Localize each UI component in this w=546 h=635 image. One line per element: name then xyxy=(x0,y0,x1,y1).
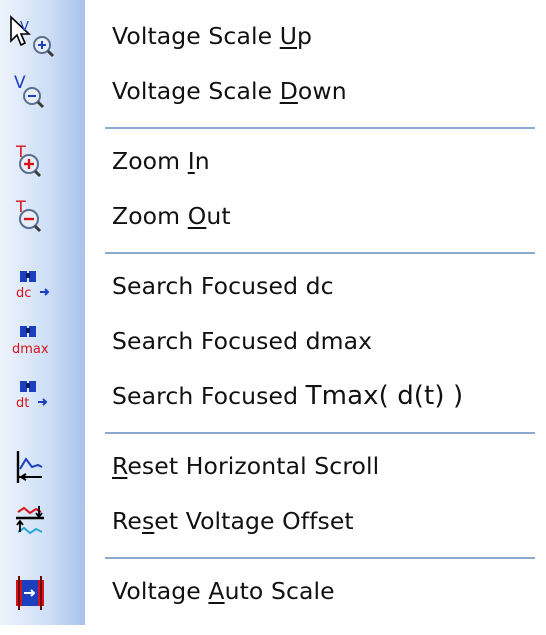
v-letter: V xyxy=(14,73,26,93)
dt-label: dt xyxy=(16,396,29,411)
menu-item-label: Search Focused dc xyxy=(112,272,334,300)
menu-separator xyxy=(105,127,535,129)
menu-item-reset-horizontal-scroll[interactable]: Reset Horizontal Scroll xyxy=(0,439,546,494)
menu-item-search-focused-tmax[interactable]: dt Search Focused Tmax( d(t) ) xyxy=(0,369,546,424)
context-menu: V Voltage Scale Up V Voltage Scale Down … xyxy=(0,0,546,635)
reset-voltage-offset-icon xyxy=(16,506,44,535)
menu-item-reset-voltage-offset[interactable]: Reset Voltage Offset xyxy=(0,494,546,549)
menu-item-label: Search Focused dmax xyxy=(112,327,373,355)
voltage-scale-up-icon: V xyxy=(10,15,55,58)
menu-item-search-focused-dmax[interactable]: dmax Search Focused dmax xyxy=(0,314,546,369)
menu-item-label: Reset Voltage Offset xyxy=(112,507,354,535)
menu-item-label: Zoom Out xyxy=(112,202,231,230)
voltage-auto-scale-icon xyxy=(16,576,44,610)
menu-item-label: Voltage Scale Down xyxy=(112,77,347,105)
dmax-label: dmax xyxy=(12,342,49,357)
menu-separator xyxy=(105,432,535,434)
dc-label: dc xyxy=(16,286,31,301)
reset-horizontal-scroll-icon xyxy=(16,451,43,483)
menu-item-voltage-scale-down[interactable]: V Voltage Scale Down xyxy=(0,64,546,119)
menu-item-label: Reset Horizontal Scroll xyxy=(112,452,380,480)
binoculars-dc-icon: dc xyxy=(16,271,50,301)
menu-bottom-strip xyxy=(0,625,546,635)
zoom-out-icon: T xyxy=(15,197,42,233)
binoculars-dt-icon: dt xyxy=(16,381,48,411)
v-letter: V xyxy=(20,20,29,35)
menu-item-voltage-auto-scale[interactable]: Voltage Auto Scale xyxy=(0,564,546,619)
menu-item-zoom-in[interactable]: T Zoom In xyxy=(0,134,546,189)
menu-item-search-focused-dc[interactable]: dc Search Focused dc xyxy=(0,259,546,314)
menu-item-label: Search Focused Tmax( d(t) ) xyxy=(112,381,464,411)
binoculars-dmax-icon: dmax xyxy=(12,326,49,357)
menu-item-label: Voltage Auto Scale xyxy=(112,577,335,605)
menu-item-label: Zoom In xyxy=(112,147,210,175)
menu-item-voltage-scale-up[interactable]: V Voltage Scale Up xyxy=(0,9,546,64)
menu-separator xyxy=(105,557,535,559)
menu-item-label: Voltage Scale Up xyxy=(112,22,313,50)
voltage-scale-down-icon: V xyxy=(14,73,45,109)
zoom-in-icon: T xyxy=(15,142,42,178)
menu-separator xyxy=(105,252,535,254)
menu-item-zoom-out[interactable]: T Zoom Out xyxy=(0,189,546,244)
